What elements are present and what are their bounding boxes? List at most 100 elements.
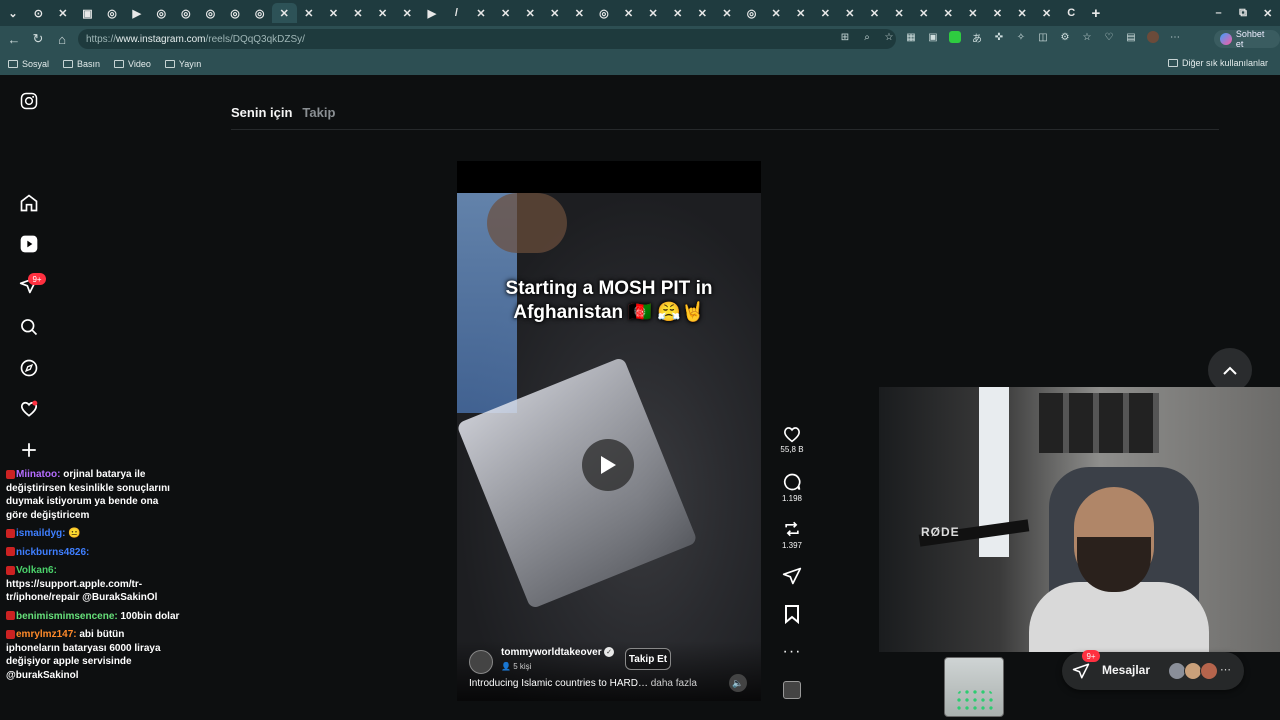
creator-avatar[interactable] [469, 650, 493, 674]
favorite-star-icon[interactable]: ☆ [882, 30, 896, 44]
tab-following[interactable]: Takip [302, 105, 335, 120]
extension-icon[interactable]: ✜ [992, 30, 1006, 44]
instagram-logo-icon[interactable] [17, 89, 41, 113]
back-button[interactable]: ← [2, 27, 26, 51]
reels-icon[interactable] [17, 232, 41, 256]
browser-tab[interactable]: ◎ [198, 3, 223, 23]
browser-tab[interactable]: ◎ [592, 3, 617, 23]
browser-tab[interactable]: ✕ [1010, 3, 1035, 23]
browser-tab[interactable]: ✕ [51, 3, 76, 23]
browser-tab[interactable]: ✕ [469, 3, 494, 23]
install-app-icon[interactable]: ⊞ [838, 30, 852, 44]
caption-more-link[interactable]: daha fazla [651, 678, 697, 689]
translate-icon[interactable]: あ [970, 30, 984, 45]
collections-icon[interactable]: ▤ [1124, 30, 1138, 44]
extension-icon[interactable]: ▣ [926, 30, 940, 44]
notifications-heart-icon[interactable] [17, 397, 41, 421]
new-tab-button[interactable]: + [1084, 3, 1109, 23]
repost-action[interactable]: 1.397 [772, 519, 812, 550]
browser-tab[interactable]: ✕ [297, 3, 322, 23]
browser-tab[interactable]: ✕ [493, 3, 518, 23]
browser-tab[interactable]: ▣ [75, 3, 100, 23]
browser-tab[interactable]: ◎ [149, 3, 174, 23]
url-field[interactable]: https://www.instagram.com/reels/DQqQ3qkD… [78, 29, 896, 49]
bookmark-folder-other[interactable]: Diğer sık kullanılanlar [1167, 58, 1268, 68]
browser-tab[interactable]: ✕ [690, 3, 715, 23]
browser-tab[interactable]: ◎ [100, 3, 125, 23]
browser-tab[interactable]: ✕ [346, 3, 371, 23]
browser-tab[interactable]: ▶ [420, 3, 445, 23]
like-action[interactable]: 55,8 B [772, 425, 812, 454]
search-icon[interactable] [17, 315, 41, 339]
play-button[interactable] [582, 439, 634, 491]
browser-tab[interactable]: ✕ [665, 3, 690, 23]
browser-tab[interactable]: ✕ [788, 3, 813, 23]
browser-tab[interactable]: ✕ [395, 3, 420, 23]
create-plus-icon[interactable] [17, 438, 41, 462]
browser-tab[interactable]: ✕ [985, 3, 1010, 23]
close-window-button[interactable]: ✕ [1255, 3, 1280, 23]
profile-avatar-icon[interactable] [1146, 30, 1160, 44]
mute-button[interactable]: 🔈 [729, 674, 747, 692]
zoom-icon[interactable]: ⌕ [860, 30, 874, 44]
split-screen-icon[interactable]: ◫ [1036, 30, 1050, 44]
save-action[interactable] [772, 604, 812, 624]
browser-tab[interactable]: ◎ [247, 3, 272, 23]
browser-tab[interactable]: ▶ [124, 3, 149, 23]
browser-tab[interactable]: ✕ [838, 3, 863, 23]
browser-tab[interactable]: ✕ [567, 3, 592, 23]
messages-pill[interactable]: 9+ Mesajlar ⋯ [1062, 650, 1244, 690]
scroll-up-button[interactable] [1208, 348, 1252, 392]
browser-tab[interactable]: ◎ [223, 3, 248, 23]
browser-tab[interactable]: ✕ [641, 3, 666, 23]
browser-tab[interactable]: ✕ [370, 3, 395, 23]
favorites-icon[interactable]: ☆ [1080, 30, 1094, 44]
browser-tab[interactable]: ✕ [542, 3, 567, 23]
browser-tab[interactable]: ✕ [961, 3, 986, 23]
browser-tab[interactable]: ✕ [321, 3, 346, 23]
browser-essentials-icon[interactable]: ♡ [1102, 30, 1116, 44]
comment-action[interactable]: 1.198 [772, 472, 812, 503]
browser-tab[interactable]: ✕ [936, 3, 961, 23]
refresh-button[interactable]: ↻ [26, 27, 50, 51]
audio-thumbnail[interactable] [772, 681, 812, 699]
toolbar-extensions: ⊞ ⌕ ☆ ▦ ▣ あ ✜ ✧ ◫ ⚙ ☆ ♡ ▤ ⋯ [838, 30, 1182, 45]
browser-tab[interactable]: ◎ [739, 3, 764, 23]
browser-tab[interactable]: ◎ [174, 3, 199, 23]
more-icon[interactable]: ⋯ [1168, 30, 1182, 44]
browser-tab[interactable]: ✕ [1034, 3, 1059, 23]
bookmark-folder-yayin[interactable]: Yayın [164, 59, 201, 69]
bookmark-folder-sosyal[interactable]: Sosyal [8, 59, 49, 69]
explore-icon[interactable] [17, 356, 41, 380]
reel-video[interactable]: Starting a MOSH PIT in Afghanistan 🇦🇫 😤🤘… [457, 161, 761, 701]
browser-tab[interactable]: ✕ [887, 3, 912, 23]
browser-tab[interactable]: ✕ [616, 3, 641, 23]
extensions-puzzle-icon[interactable]: ✧ [1014, 30, 1028, 44]
browser-tab[interactable]: ⊙ [26, 3, 51, 23]
follow-button[interactable]: Takip Et [625, 648, 671, 670]
browser-tab[interactable]: / [444, 3, 469, 23]
tab-for-you[interactable]: Senin için [231, 105, 292, 120]
bookmark-folder-video[interactable]: Video [114, 59, 151, 69]
minimize-button[interactable]: – [1206, 3, 1231, 23]
copilot-button[interactable]: Sohbet et [1214, 29, 1280, 49]
home-icon[interactable] [17, 191, 41, 215]
browser-tab[interactable]: C [1059, 3, 1084, 23]
browser-tab[interactable]: ✕ [911, 3, 936, 23]
extension-icon[interactable]: ▦ [904, 30, 918, 44]
browser-tab[interactable]: ✕ [813, 3, 838, 23]
tab-actions-icon[interactable]: ⌄ [0, 3, 26, 23]
browser-tab[interactable]: ✕ [715, 3, 740, 23]
bookmark-folder-basin[interactable]: Basın [63, 59, 100, 69]
browser-tab[interactable]: ✕ [518, 3, 543, 23]
home-button[interactable]: ⌂ [50, 27, 74, 51]
share-action[interactable] [772, 566, 812, 586]
restore-button[interactable]: ⧉ [1231, 3, 1256, 23]
extension-icon[interactable] [948, 30, 962, 44]
creator-username[interactable]: tommyworldtakeover [501, 647, 602, 658]
browser-tab[interactable]: ✕ [862, 3, 887, 23]
settings-icon[interactable]: ⚙ [1058, 30, 1072, 44]
more-options-action[interactable]: ··· [772, 643, 812, 661]
browser-tab[interactable]: ✕ [764, 3, 789, 23]
browser-tab[interactable]: ✕ [271, 3, 297, 23]
